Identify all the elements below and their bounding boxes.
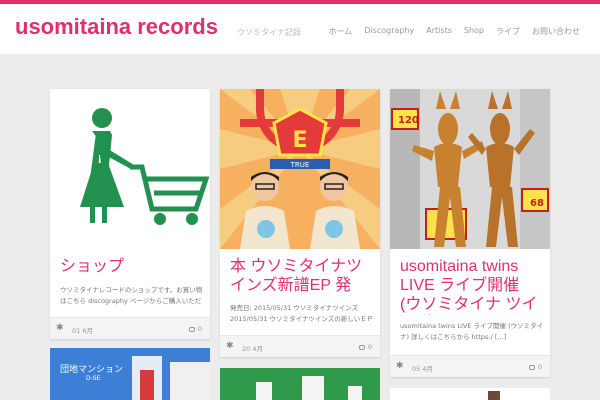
svg-text:120: 120 (398, 115, 419, 126)
post-thumbnail[interactable]: E TRUE (220, 89, 380, 249)
post-excerpt: ウソミタイナレコードのショップです。お買い物はこちら discography ペ… (60, 286, 203, 305)
comment-icon (188, 326, 195, 332)
comment-icon (358, 344, 365, 350)
post-card-partial[interactable]: 団地マンション D-SE (50, 348, 210, 400)
main-nav: ホーム Discography Artists Shop ライブ お問い合わせ (329, 26, 580, 37)
nav-item-contact[interactable]: お問い合わせ (532, 26, 580, 37)
post-title[interactable]: 本 ウソミタイナツインズ新譜EP 発 (230, 257, 370, 297)
nav-item-shop[interactable]: Shop (464, 26, 484, 37)
site-title[interactable]: usomitaina records (15, 14, 218, 40)
post-date: 01 6月 (72, 327, 93, 335)
bodybuilder-rabbits-photo: 120 68 (390, 89, 550, 249)
post-excerpt: 発売日: 2015/05/31 ウソミタイナツインズ 2015/05/31 ウソ… (230, 304, 374, 323)
shopping-cart-icon (80, 108, 210, 225)
post-date: 05 4月 (412, 365, 433, 373)
asterisk-icon: ✱ (226, 341, 234, 351)
site-header: usomitaina records ウソミタイナ記録 ホーム Discogra… (0, 4, 600, 54)
building-shape (170, 362, 210, 400)
comment-count-value: 0 (197, 325, 202, 333)
comment-count-value: 0 (537, 363, 542, 371)
post-meta: ✱ 01 6月 0 (50, 317, 210, 339)
photo-fragment (488, 391, 500, 400)
white-block-shape (302, 376, 324, 400)
comment-icon (528, 364, 535, 370)
asterisk-icon: ✱ (396, 361, 404, 371)
post-thumbnail[interactable] (50, 89, 210, 249)
white-block-shape (348, 386, 362, 400)
post-meta: ✱ 05 4月 0 (390, 355, 550, 377)
asterisk-icon: ✱ (56, 323, 64, 333)
post-excerpt: usomitaina twins LIVE ライブ開催 (ウソミタイナ) 詳しく… (400, 322, 544, 341)
post-card-live[interactable]: 120 68 usomitaina twins LIVE ライブ開催 (ウソミタ… (390, 89, 550, 377)
album-cover-title: 団地マンション (60, 365, 124, 375)
nav-item-home[interactable]: ホーム (329, 26, 353, 37)
svg-text:E: E (292, 128, 307, 153)
comment-count[interactable]: 0 (188, 325, 202, 333)
comment-count-value: 0 (367, 343, 372, 351)
comment-count[interactable]: 0 (528, 363, 542, 371)
post-title[interactable]: usomitaina twins LIVE ライブ開催 (ウソミタイナ ツインズ… (400, 257, 540, 315)
album-cover-subtitle: D-SE (86, 375, 101, 382)
svg-text:TRUE: TRUE (290, 161, 310, 169)
post-card-partial[interactable] (220, 368, 380, 400)
nav-item-discography[interactable]: Discography (364, 26, 414, 37)
post-thumbnail[interactable]: 120 68 (390, 89, 550, 249)
building-accent (140, 370, 154, 400)
svg-text:68: 68 (530, 198, 544, 209)
post-card-ep[interactable]: E TRUE 本 ウソミタイナツインズ新譜EP 発 発売日: 2015/05/3… (220, 89, 380, 357)
site-tagline: ウソミタイナ記録 (237, 28, 301, 37)
post-card-shop[interactable]: ショップ ウソミタイナレコードのショップです。お買い物はこちら discogra… (50, 89, 210, 339)
comment-count[interactable]: 0 (358, 343, 372, 351)
true-ep-cover: E TRUE (220, 89, 380, 249)
post-meta: ✱ 20 4月 0 (220, 335, 380, 357)
nav-item-live[interactable]: ライブ (496, 26, 520, 37)
nav-item-artists[interactable]: Artists (426, 26, 452, 37)
white-block-shape (256, 382, 272, 400)
post-card-partial[interactable] (390, 388, 550, 400)
post-title[interactable]: ショップ (60, 257, 200, 279)
post-date: 20 4月 (242, 345, 263, 353)
